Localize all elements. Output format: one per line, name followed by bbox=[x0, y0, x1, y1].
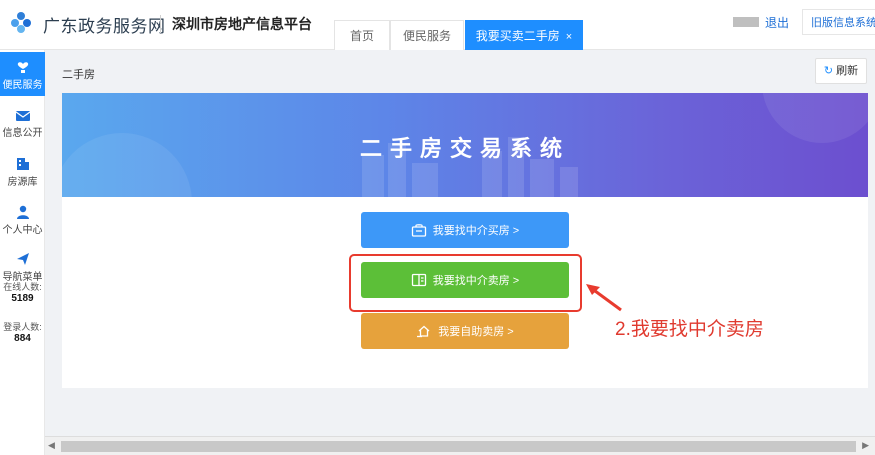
sidebar-item-convenience[interactable]: 便民服务 bbox=[0, 52, 45, 96]
tab-secondhand-house[interactable]: 我要买卖二手房 × bbox=[465, 20, 583, 50]
annotation-text: 2.我要找中介卖房 bbox=[615, 319, 764, 340]
avatar bbox=[733, 17, 759, 27]
portal-name[interactable]: 广东政务服务网 bbox=[43, 12, 166, 37]
sidebar-item-label: 信息公开 bbox=[2, 128, 43, 139]
scroll-left-arrow-icon[interactable]: ◀ bbox=[48, 440, 55, 451]
find-agent-buy-label: 我要找中介买房 > bbox=[432, 225, 520, 237]
refresh-icon: ↻ bbox=[823, 65, 834, 77]
login-count-label: 登录人数: bbox=[3, 322, 42, 332]
building-icon bbox=[16, 158, 29, 170]
header-divider bbox=[160, 15, 161, 33]
close-icon[interactable]: × bbox=[566, 31, 572, 43]
sidebar-item-label: 个人中心 bbox=[2, 225, 43, 236]
portal-logo-icon bbox=[11, 12, 31, 33]
online-count: 在线人数: 5189 bbox=[0, 280, 45, 304]
mail-icon bbox=[15, 111, 30, 121]
banner-title: 二手房交易系统 bbox=[359, 136, 570, 161]
refresh-button[interactable]: ↻ 刷新 bbox=[815, 58, 867, 84]
sidebar-item-personal[interactable]: 个人中心 bbox=[0, 205, 45, 236]
house-hand-icon bbox=[417, 325, 430, 338]
login-count: 登录人数: 884 bbox=[0, 320, 45, 344]
logout-link[interactable]: 退出 bbox=[765, 14, 789, 31]
tab-home[interactable]: 首页 bbox=[334, 20, 390, 50]
self-sell-label: 我要自助卖房 > bbox=[438, 326, 514, 338]
online-count-value: 5189 bbox=[11, 293, 34, 304]
online-count-label: 在线人数: bbox=[3, 282, 42, 292]
platform-name: 深圳市房地产信息平台 bbox=[172, 16, 312, 32]
sidebar-item-nav-menu[interactable]: 导航菜单 bbox=[0, 252, 45, 283]
send-icon bbox=[16, 253, 29, 265]
highlight-box bbox=[349, 254, 582, 312]
sidebar-item-label: 便民服务 bbox=[2, 80, 43, 91]
breadcrumb: 二手房 bbox=[62, 69, 95, 81]
sidebar-item-house-library[interactable]: 房源库 bbox=[0, 157, 45, 188]
scroll-right-arrow-icon[interactable]: ▶ bbox=[862, 440, 869, 451]
annotation-arrow bbox=[586, 284, 622, 312]
scrollbar-thumb[interactable] bbox=[61, 441, 856, 452]
self-sell-button[interactable]: 我要自助卖房 > bbox=[361, 313, 569, 349]
horizontal-scrollbar[interactable]: ◀ ▶ bbox=[45, 436, 875, 455]
sidebar-item-info[interactable]: 信息公开 bbox=[0, 110, 45, 139]
shopping-bag-icon bbox=[411, 224, 426, 237]
sidebar: 便民服务 信息公开 房源库 个人中心 导航菜单 在线人数: 5189 登录人数:… bbox=[0, 50, 45, 455]
heart-hand-icon bbox=[17, 62, 28, 73]
refresh-label: 刷新 bbox=[836, 65, 859, 77]
banner: 二手房交易系统 bbox=[62, 93, 868, 197]
login-count-value: 884 bbox=[14, 333, 31, 344]
tab-secondhand-house-label: 我要买卖二手房 bbox=[475, 29, 560, 43]
main-card: 二手房交易系统 我要找中介买房 > 我要找中介卖房 > 我要自助卖房 > bbox=[62, 93, 868, 388]
find-agent-buy-button[interactable]: 我要找中介买房 > bbox=[361, 212, 569, 248]
tab-convenience-service[interactable]: 便民服务 bbox=[390, 20, 464, 50]
sidebar-item-label: 房源库 bbox=[7, 177, 38, 188]
user-icon bbox=[16, 205, 29, 219]
top-header: 广东政务服务网 深圳市房地产信息平台 首页 便民服务 我要买卖二手房 × 退出 旧… bbox=[0, 0, 875, 50]
old-version-button[interactable]: 旧版信息系统 bbox=[802, 9, 875, 35]
